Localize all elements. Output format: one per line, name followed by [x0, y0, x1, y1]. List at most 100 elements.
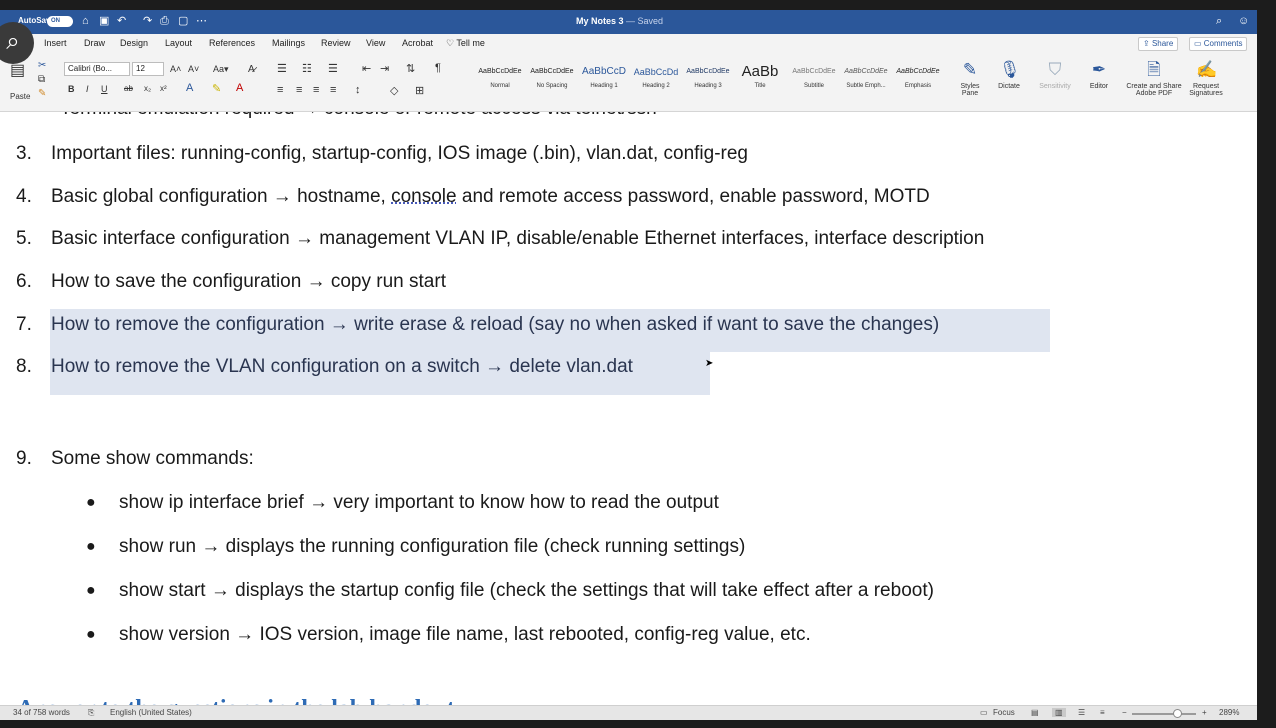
new-doc-icon[interactable]: ▢	[178, 14, 188, 29]
editor-button[interactable]: ✒ Editor	[1086, 60, 1112, 90]
bullet-text: show ip interface brief → very important…	[119, 492, 719, 513]
focus-label[interactable]: Focus	[993, 708, 1015, 717]
zoom-out-icon[interactable]: −	[1122, 708, 1127, 717]
request-signatures-label: Request Signatures	[1189, 83, 1223, 97]
align-left-icon[interactable]: ≡	[277, 84, 283, 96]
style-no-spacing[interactable]: AaBbCcDdEe No Spacing	[528, 64, 576, 100]
tab-mailings[interactable]: Mailings	[272, 38, 305, 48]
strikethrough-icon[interactable]: ab	[124, 84, 133, 93]
tab-review[interactable]: Review	[321, 38, 351, 48]
style-emphasis[interactable]: AaBbCcDdEe Emphasis	[894, 64, 942, 100]
sensitivity-button[interactable]: ⛉ Sensitivity	[1034, 60, 1076, 90]
change-case-icon[interactable]: Aa▾	[213, 64, 229, 75]
borders-icon[interactable]: ⊞	[415, 84, 424, 97]
tab-layout[interactable]: Layout	[165, 38, 192, 48]
zoom-slider-handle[interactable]	[1173, 709, 1182, 718]
style-heading-1[interactable]: AaBbCcD Heading 1	[580, 64, 628, 100]
pilcrow-icon[interactable]: ¶	[435, 62, 441, 74]
italic-icon[interactable]: I	[86, 84, 89, 94]
list-item-text: Important files: running-config, startup…	[51, 143, 748, 164]
home-icon[interactable]: ⌂	[82, 14, 89, 29]
sort-icon[interactable]: ⇅	[406, 62, 415, 75]
document-page[interactable]: Terminal emulation required → console or…	[0, 112, 1257, 705]
font-size-select[interactable]: 12	[132, 62, 164, 76]
bold-icon[interactable]: B	[68, 84, 75, 94]
subscript-icon[interactable]: x₂	[144, 84, 151, 93]
align-right-icon[interactable]: ≡	[313, 84, 319, 96]
style-heading-2[interactable]: AaBbCcDd Heading 2	[632, 64, 680, 100]
create-share-pdf-button[interactable]: 🗎 Create and Share Adobe PDF	[1124, 60, 1184, 97]
justify-icon[interactable]: ≡	[330, 84, 336, 96]
styles-pane-button[interactable]: ✎ Styles Pane	[956, 60, 984, 97]
share-button[interactable]: ⇪ Share	[1138, 37, 1179, 51]
shading-icon[interactable]: ◇	[390, 84, 398, 97]
search-icon[interactable]: ⌕	[1216, 15, 1222, 28]
tab-acrobat[interactable]: Acrobat	[402, 38, 433, 48]
style-sample: AaBbCcDdEe	[896, 68, 940, 75]
save-icon[interactable]: ▣	[99, 14, 109, 29]
copy-icon[interactable]: ⧉	[38, 74, 45, 85]
multilevel-icon[interactable]: ☰	[328, 62, 338, 75]
language-label[interactable]: English (United States)	[110, 708, 192, 717]
print-icon[interactable]: ⎙	[160, 14, 169, 29]
cut-icon[interactable]: ✂	[38, 60, 46, 71]
dictate-button[interactable]: 🎙 Dictate	[994, 60, 1024, 90]
more-icon[interactable]: ⋯	[196, 14, 207, 29]
outline-view-icon[interactable]: ☰	[1078, 708, 1085, 717]
spellcheck-word: console	[391, 186, 457, 207]
zoom-level[interactable]: 289%	[1219, 708, 1239, 717]
grow-font-icon[interactable]: A˄	[170, 64, 181, 74]
tab-draw[interactable]: Draw	[84, 38, 105, 48]
proofing-icon[interactable]: ⎘	[88, 708, 94, 718]
tab-references[interactable]: References	[209, 38, 255, 48]
zoom-slider[interactable]	[1132, 713, 1196, 715]
tab-design[interactable]: Design	[120, 38, 148, 48]
font-name-select[interactable]: Calibri (Bo...	[64, 62, 130, 76]
bullets-icon[interactable]: ☰	[277, 62, 287, 75]
draft-view-icon[interactable]: ≡	[1100, 708, 1105, 717]
autosave-toggle[interactable]: ON	[47, 16, 73, 27]
align-center-icon[interactable]: ≡	[296, 84, 302, 96]
web-layout-icon[interactable]: ▥	[1052, 708, 1066, 717]
numbering-icon[interactable]: ☷	[302, 62, 312, 75]
tell-me-box[interactable]: ♡ Tell me	[446, 38, 485, 49]
list-item-text: Basic interface configuration → manageme…	[51, 228, 985, 249]
line-spacing-icon[interactable]: ↕	[355, 84, 361, 96]
request-signatures-button[interactable]: ✍ Request Signatures	[1186, 60, 1226, 97]
print-layout-icon[interactable]: ▤	[1031, 708, 1039, 717]
decrease-indent-icon[interactable]: ⇤	[362, 62, 371, 75]
tab-insert[interactable]: Insert	[44, 38, 67, 48]
format-painter-icon[interactable]: ✎	[38, 88, 46, 99]
style-sample: AaBbCcDdEe	[530, 68, 574, 75]
style-sample: AaBbCcDdEe	[792, 68, 836, 75]
style-subtle-emphasis[interactable]: AaBbCcDdEe Subtle Emph...	[842, 64, 890, 100]
word-count[interactable]: 34 of 758 words	[13, 708, 70, 717]
style-subtitle[interactable]: AaBbCcDdEe Subtitle	[790, 64, 838, 100]
zoom-in-icon[interactable]: +	[1202, 708, 1207, 717]
clear-format-icon[interactable]: A̷	[248, 64, 255, 75]
shrink-font-icon[interactable]: A˅	[188, 64, 199, 74]
pdf-icon: 🗎	[1147, 60, 1161, 79]
underline-icon[interactable]: U	[101, 84, 108, 94]
style-normal[interactable]: AaBbCcDdEe Normal	[476, 64, 524, 100]
font-color-icon[interactable]: A	[236, 82, 243, 94]
style-title[interactable]: AaBb Title	[736, 64, 784, 100]
paste-label: Paste	[10, 92, 31, 101]
account-icon[interactable]: ☺	[1238, 15, 1249, 27]
lightbulb-icon: ♡	[446, 38, 455, 48]
share-label: Share	[1151, 39, 1174, 48]
bullet-text: show start → displays the startup config…	[119, 580, 934, 601]
saved-status: — Saved	[626, 16, 664, 26]
highlight-icon[interactable]: ✎	[212, 82, 221, 95]
styles-pane-label: Styles Pane	[960, 83, 980, 97]
text-effects-icon[interactable]: A	[186, 82, 193, 94]
redo-icon[interactable]: ↷	[143, 14, 152, 29]
increase-indent-icon[interactable]: ⇥	[380, 62, 389, 75]
style-name: Subtle Emph...	[846, 83, 886, 89]
tab-view[interactable]: View	[366, 38, 385, 48]
comments-button[interactable]: ▭ Comments	[1189, 37, 1248, 51]
superscript-icon[interactable]: x²	[160, 84, 167, 93]
focus-icon[interactable]: ▭	[980, 708, 988, 717]
undo-icon[interactable]: ↶	[117, 14, 126, 29]
style-heading-3[interactable]: AaBbCcDdEe Heading 3	[684, 64, 732, 100]
